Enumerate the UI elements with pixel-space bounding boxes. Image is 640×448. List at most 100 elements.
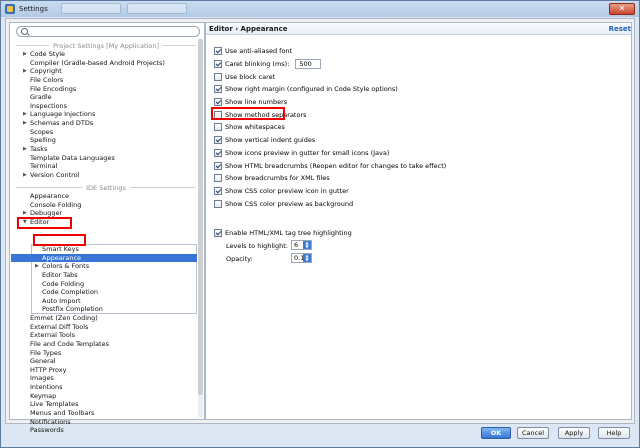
expand-right-icon[interactable]: ▶ bbox=[35, 262, 39, 271]
caret-blink-input[interactable]: 500 bbox=[295, 59, 322, 70]
checkbox[interactable] bbox=[214, 72, 222, 81]
checkbox[interactable] bbox=[214, 123, 222, 132]
tree-item[interactable]: Keymap bbox=[10, 392, 198, 401]
tree-item[interactable]: Inspections bbox=[10, 102, 198, 111]
expand-right-icon[interactable]: ▶ bbox=[23, 110, 27, 119]
ok-button[interactable]: OK bbox=[481, 427, 511, 439]
option-row[interactable]: Show HTML breadcrumbs (Reopen editor for… bbox=[214, 159, 614, 172]
close-button[interactable]: ✕ bbox=[609, 3, 635, 15]
tree-item[interactable]: Gradle bbox=[10, 93, 198, 102]
tree-item[interactable]: ▶ Code Style bbox=[10, 50, 198, 59]
settings-content: Project Settings [My Application] ▶ Code … bbox=[5, 18, 635, 434]
checkbox[interactable] bbox=[214, 136, 222, 145]
tree-item[interactable]: ▶ Tasks bbox=[10, 145, 198, 154]
tree-item[interactable]: Scopes bbox=[10, 128, 198, 137]
option-label: Show whitespaces bbox=[225, 123, 285, 132]
option-row[interactable]: Show breadcrumbs for XML files bbox=[214, 172, 614, 185]
expand-right-icon[interactable]: ▶ bbox=[23, 145, 27, 154]
option-tag-highlighting[interactable]: Enable HTML/XML tag tree highlighting bbox=[214, 227, 352, 240]
tree-item[interactable]: ▶ Copyright bbox=[10, 67, 198, 76]
option-row[interactable]: Show right margin (configured in Code St… bbox=[214, 83, 614, 96]
scrollbar-thumb[interactable] bbox=[198, 39, 203, 395]
option-label: Show CSS color preview icon in gutter bbox=[225, 186, 349, 195]
tree-item[interactable]: External Tools bbox=[10, 331, 198, 340]
checkbox[interactable] bbox=[214, 148, 222, 157]
tree-item[interactable]: General bbox=[10, 357, 198, 366]
checkbox[interactable] bbox=[214, 186, 222, 195]
tree-item[interactable]: Terminal bbox=[10, 162, 198, 171]
search-input[interactable] bbox=[31, 27, 197, 36]
option-row[interactable]: Use block caret bbox=[214, 70, 614, 83]
option-row[interactable]: Caret blinking (ms): 500 bbox=[214, 58, 614, 71]
tree-item-label: File Types bbox=[30, 348, 62, 357]
tree-item-label: Tasks bbox=[30, 145, 48, 154]
checkbox[interactable] bbox=[214, 60, 222, 69]
tree-item[interactable]: External Diff Tools bbox=[10, 323, 198, 332]
option-row[interactable]: Show CSS color preview as background bbox=[214, 197, 614, 210]
expand-right-icon[interactable]: ▶ bbox=[23, 67, 27, 76]
checkbox[interactable] bbox=[214, 47, 222, 56]
tree-item[interactable]: Postfix Completion bbox=[11, 305, 197, 314]
expand-right-icon[interactable]: ▶ bbox=[23, 171, 27, 180]
tree-item[interactable]: Passwords bbox=[10, 426, 198, 435]
checkbox[interactable] bbox=[214, 199, 222, 208]
tree-item[interactable]: Code Completion bbox=[11, 288, 197, 297]
expand-right-icon[interactable]: ▶ bbox=[23, 50, 27, 59]
opacity-spinner[interactable]: 0.1 ▲ ▼ bbox=[291, 253, 312, 263]
tree-item[interactable]: File Types bbox=[10, 349, 198, 358]
tree-item[interactable]: Menus and Toolbars bbox=[10, 409, 198, 418]
search-box[interactable] bbox=[16, 26, 200, 37]
checkbox[interactable] bbox=[214, 85, 222, 94]
tree-item[interactable]: Template Data Languages bbox=[10, 154, 198, 163]
checkbox[interactable] bbox=[214, 161, 222, 170]
project-settings-tree: ▶ Code Style Compiler (Gradle-based Androi… bbox=[10, 50, 198, 180]
tree-item[interactable]: Notifications bbox=[10, 418, 198, 427]
tree-item[interactable]: Smart Keys bbox=[11, 245, 197, 254]
option-label: Caret blinking (ms): bbox=[225, 60, 290, 69]
tree-item[interactable]: Appearance bbox=[10, 192, 198, 201]
tree-item[interactable]: Auto Import bbox=[11, 297, 197, 306]
checkbox[interactable] bbox=[214, 174, 222, 183]
checkbox[interactable] bbox=[214, 98, 222, 107]
tree-item[interactable]: Spelling bbox=[10, 136, 198, 145]
spinner-arrows-icon[interactable]: ▲ ▼ bbox=[303, 254, 311, 262]
tree-item-label: Passwords bbox=[30, 426, 64, 435]
reset-link[interactable]: Reset bbox=[609, 25, 631, 33]
checkbox[interactable] bbox=[214, 229, 222, 238]
tree-item[interactable]: Appearance bbox=[11, 253, 197, 263]
tree-item[interactable]: Editor Tabs bbox=[11, 271, 197, 280]
breadcrumb: Editor › Appearance bbox=[209, 25, 288, 33]
tree-item[interactable]: Images bbox=[10, 374, 198, 383]
tree-item[interactable]: Code Folding bbox=[11, 280, 197, 289]
tree-item[interactable]: HTTP Proxy bbox=[10, 366, 198, 375]
option-row[interactable]: Use anti-aliased font bbox=[214, 45, 614, 58]
tree-item[interactable]: ▶ Version Control bbox=[10, 171, 198, 180]
spinner-arrows-icon[interactable]: ▲ ▼ bbox=[303, 241, 311, 249]
expand-right-icon[interactable]: ▶ bbox=[23, 119, 27, 128]
tree-item[interactable]: File Colors bbox=[10, 76, 198, 85]
tree-item[interactable]: File and Code Templates bbox=[10, 340, 198, 349]
tree-item[interactable]: Emmet (Zen Coding) bbox=[10, 314, 198, 323]
tree-item[interactable]: Console Folding bbox=[10, 201, 198, 210]
option-row[interactable]: Show CSS color preview icon in gutter bbox=[214, 185, 614, 198]
tree-item-label: Auto Import bbox=[42, 296, 81, 305]
option-row[interactable]: Show icons preview in gutter for small i… bbox=[214, 147, 614, 160]
tree-item[interactable]: Live Templates bbox=[10, 400, 198, 409]
tree-item[interactable]: Compiler (Gradle-based Android Projects) bbox=[10, 59, 198, 68]
levels-spinner[interactable]: 6 ▲ ▼ bbox=[291, 240, 312, 250]
title-bar: Settings ✕ bbox=[1, 1, 639, 17]
tree-item[interactable]: ▶ Language Injections bbox=[10, 110, 198, 119]
tree-item[interactable]: File Encodings bbox=[10, 85, 198, 94]
section-ide-settings: IDE Settings bbox=[16, 183, 196, 192]
tree-item[interactable]: ▶ Schemas and DTDs bbox=[10, 119, 198, 128]
tree-item-label: External Diff Tools bbox=[30, 322, 89, 331]
tree-item[interactable]: ▶ Colors & Fonts bbox=[11, 262, 197, 271]
help-button[interactable]: Help bbox=[598, 427, 630, 439]
apply-button[interactable]: Apply bbox=[558, 427, 590, 439]
option-row[interactable]: Show whitespaces bbox=[214, 121, 614, 134]
tree-scrollbar[interactable] bbox=[198, 39, 203, 417]
tree-item[interactable]: Intentions bbox=[10, 383, 198, 392]
cancel-button[interactable]: Cancel bbox=[517, 427, 549, 439]
tree-item-label: Template Data Languages bbox=[30, 153, 115, 162]
option-row[interactable]: Show vertical indent guides bbox=[214, 134, 614, 147]
